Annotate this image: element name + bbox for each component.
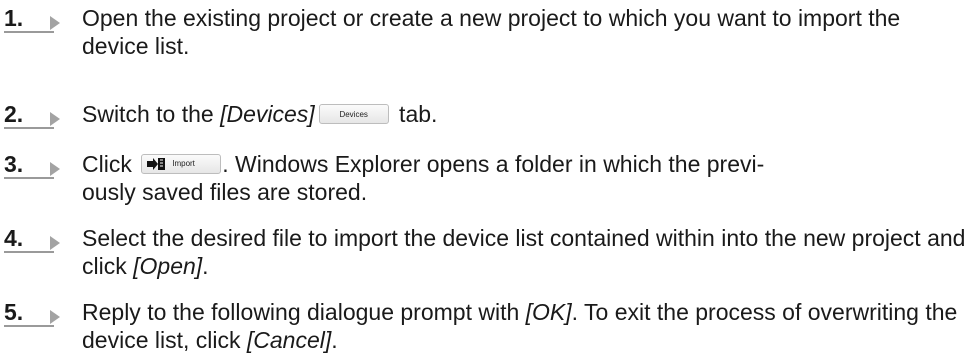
step-text: Reply to the following dialogue prompt w… <box>82 298 972 354</box>
step-number-text: 4. <box>4 225 24 251</box>
step-text-before: Click <box>82 151 139 177</box>
step-text-after: . <box>331 327 338 353</box>
step-number: 1. <box>4 4 54 33</box>
step-arrow-icon <box>50 310 60 324</box>
step-number: 4. <box>4 224 54 253</box>
import-button-label: Import <box>172 158 195 168</box>
step-text-ui-reference-ok: [OK] <box>525 299 572 325</box>
step-number-text: 2. <box>4 101 24 127</box>
step-text-before: Select the desired file to import the de… <box>82 225 966 279</box>
step-number: 2. <box>4 100 54 129</box>
step-text-after: . <box>202 253 209 279</box>
step-text-ui-reference-cancel: [Cancel] <box>246 327 332 353</box>
step-arrow-icon <box>50 162 60 176</box>
step-text-ui-reference: [Open] <box>133 253 203 279</box>
step-arrow-icon <box>50 16 60 30</box>
step-text-before: Reply to the following dialogue prompt w… <box>82 299 526 325</box>
step-number-text: 3. <box>4 151 24 177</box>
import-icon <box>146 157 166 171</box>
step-number-underline <box>4 325 54 327</box>
devices-tab-button[interactable]: Devices <box>318 103 389 124</box>
step-text: Select the desired file to import the de… <box>82 224 972 280</box>
step-text-ui-reference: [Devices] <box>220 101 315 127</box>
step-number-underline <box>4 251 54 253</box>
step-text: Open the existing project or create a ne… <box>82 4 972 60</box>
step-text-after: tab. <box>392 101 438 127</box>
step-text-after-line1: . Windows Explorer opens a folder in whi… <box>222 151 765 177</box>
step-text: Click Import . Windows Explorer opens a f… <box>82 150 972 206</box>
step-number-text: 1. <box>4 5 24 31</box>
step-number: 5. <box>4 298 54 327</box>
import-button[interactable]: Import <box>141 153 222 174</box>
step-text-content: Open the existing project or create a ne… <box>82 5 901 59</box>
step-number-underline <box>4 127 54 129</box>
step-number-underline <box>4 177 54 179</box>
step-text-after-line2: ously saved files are stored. <box>82 179 368 205</box>
step-text: Switch to the [Devices] Devices tab. <box>82 100 972 128</box>
step-number: 3. <box>4 150 54 179</box>
step-arrow-icon <box>50 112 60 126</box>
step-text-before: Switch to the <box>82 101 221 127</box>
step-arrow-icon <box>50 236 60 250</box>
step-number-text: 5. <box>4 299 24 325</box>
step-number-underline <box>4 31 54 33</box>
